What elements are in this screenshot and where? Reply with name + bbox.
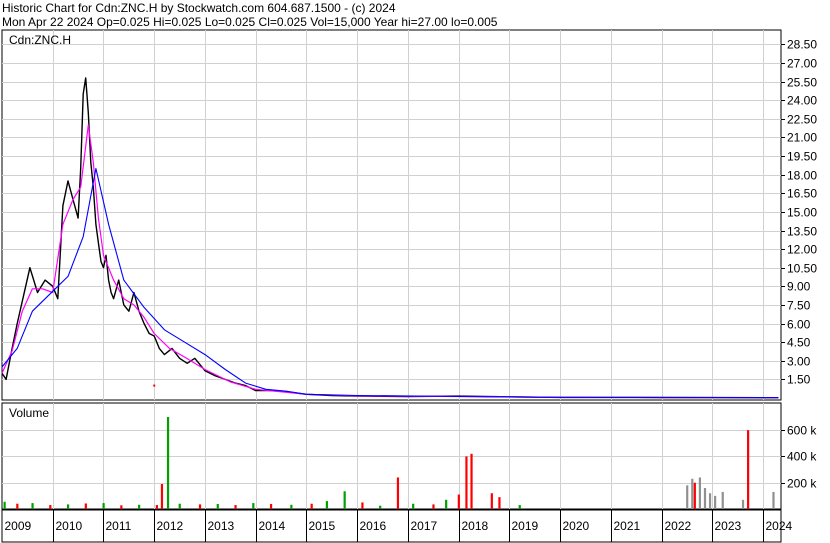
price-y-tick-label: 18.00 — [787, 169, 817, 183]
x-tick-label: 2015 — [309, 519, 336, 533]
x-tick-label: 2009 — [5, 519, 32, 533]
x-tick-label: 2022 — [665, 519, 692, 533]
volume-bar — [379, 505, 382, 509]
volume-bar — [708, 493, 712, 509]
volume-bar — [396, 477, 400, 509]
price-y-tick-label: 21.00 — [787, 131, 817, 145]
x-tick-label: 2012 — [157, 519, 184, 533]
volume-bar — [691, 478, 694, 509]
price-y-tick-label: 25.50 — [787, 76, 817, 90]
volume-bar — [325, 501, 328, 509]
volume-bar — [16, 503, 19, 509]
volume-bar — [498, 497, 501, 509]
price-y-tick-label: 24.00 — [787, 94, 817, 108]
x-tick-label: 2014 — [259, 519, 286, 533]
x-tick-label: 2016 — [360, 519, 387, 533]
price-frame — [1, 29, 782, 401]
volume-y-tick-label: 400 k — [787, 450, 817, 464]
volume-bar — [721, 491, 724, 509]
price-y-tick-label: 10.50 — [787, 262, 817, 276]
price-marker — [153, 384, 156, 387]
volume-bar — [160, 484, 164, 509]
price-y-tick-label: 13.50 — [787, 225, 817, 239]
volume-bar — [178, 503, 181, 509]
price-y-tick-label: 9.00 — [787, 280, 811, 294]
x-tick-label: 2020 — [563, 519, 590, 533]
x-tick-label: 2017 — [411, 519, 438, 533]
volume-bar — [361, 502, 364, 509]
volume-y-tick-label: 200 k — [787, 477, 817, 491]
volume-bar — [252, 503, 255, 509]
price-y-tick-label: 7.50 — [787, 299, 811, 313]
volume-bar — [310, 503, 313, 509]
price-y-tick-label: 22.50 — [787, 113, 817, 127]
volume-bar — [698, 477, 702, 509]
volume-bar — [234, 505, 237, 509]
volume-bar — [741, 499, 745, 509]
volume-bar — [343, 491, 346, 509]
volume-bar — [490, 493, 493, 509]
volume-bar — [686, 485, 689, 509]
volume-y-tick-label: 600 k — [787, 424, 817, 438]
x-tick-label: 2018 — [462, 519, 489, 533]
volume-bar — [465, 456, 468, 509]
volume-bar — [198, 504, 202, 509]
volume-bar — [703, 487, 707, 509]
price-y-tick-label: 16.50 — [787, 187, 817, 201]
volume-bar — [166, 417, 170, 509]
x-tick-label: 2013 — [208, 519, 235, 533]
volume-bar — [714, 495, 717, 509]
volume-bar — [155, 505, 158, 509]
volume-bar — [66, 504, 70, 509]
price-y-tick-label: 3.00 — [787, 355, 811, 369]
price-y-tick-label: 4.50 — [787, 336, 811, 350]
volume-bar — [84, 503, 87, 509]
volume-bar — [445, 499, 448, 509]
volume-bar — [31, 503, 34, 509]
volume-bar — [747, 430, 750, 509]
volume-bar — [49, 505, 52, 509]
x-tick-label: 2024 — [766, 519, 793, 533]
price-y-tick-label: 12.00 — [787, 243, 817, 257]
x-tick-label: 2010 — [56, 519, 83, 533]
volume-bar — [102, 503, 105, 509]
x-axis: 2009 2010 2011 2012 2013 2014 2015 2016 2017 2018… — [1, 509, 793, 543]
x-tick-label: 2021 — [614, 519, 641, 533]
volume-bar — [772, 491, 775, 509]
volume-bar — [216, 504, 219, 509]
price-y-tick-label: 27.00 — [787, 57, 817, 71]
price-y-tick-label: 28.50 — [787, 38, 817, 52]
volume-bar — [138, 504, 141, 509]
volume-bar — [432, 504, 435, 509]
volume-bar — [457, 494, 460, 509]
stock-chart: 1.50 3.00 4.50 6.00 7.50 9.00 10.50 12.00 13.50 1… — [1, 29, 817, 543]
x-tick-label: 2019 — [512, 519, 539, 533]
price-y-tick-label: 15.00 — [787, 206, 817, 220]
volume-bar — [412, 503, 415, 509]
price-y-tick-label: 1.50 — [787, 373, 811, 387]
price-y-tick-label: 19.50 — [787, 150, 817, 164]
volume-bar — [290, 504, 293, 509]
volume-bar — [470, 453, 473, 509]
price-y-tick-label: 6.00 — [787, 318, 811, 332]
x-tick-label: 2023 — [715, 519, 742, 533]
volume-bar — [693, 482, 696, 509]
price-panel: 1.50 3.00 4.50 6.00 7.50 9.00 10.50 12.00 13.50 1… — [1, 29, 817, 401]
volume-bar — [120, 505, 123, 509]
volume-panel-title: Volume — [9, 406, 49, 420]
volume-bar — [518, 505, 521, 509]
volume-bar — [3, 501, 6, 509]
x-tick-label: 2011 — [106, 519, 132, 533]
volume-bar — [269, 504, 273, 509]
price-panel-title: Cdn:ZNC.H — [9, 33, 71, 47]
volume-panel: 200 k 400 k 600 k Volume — [1, 402, 817, 510]
